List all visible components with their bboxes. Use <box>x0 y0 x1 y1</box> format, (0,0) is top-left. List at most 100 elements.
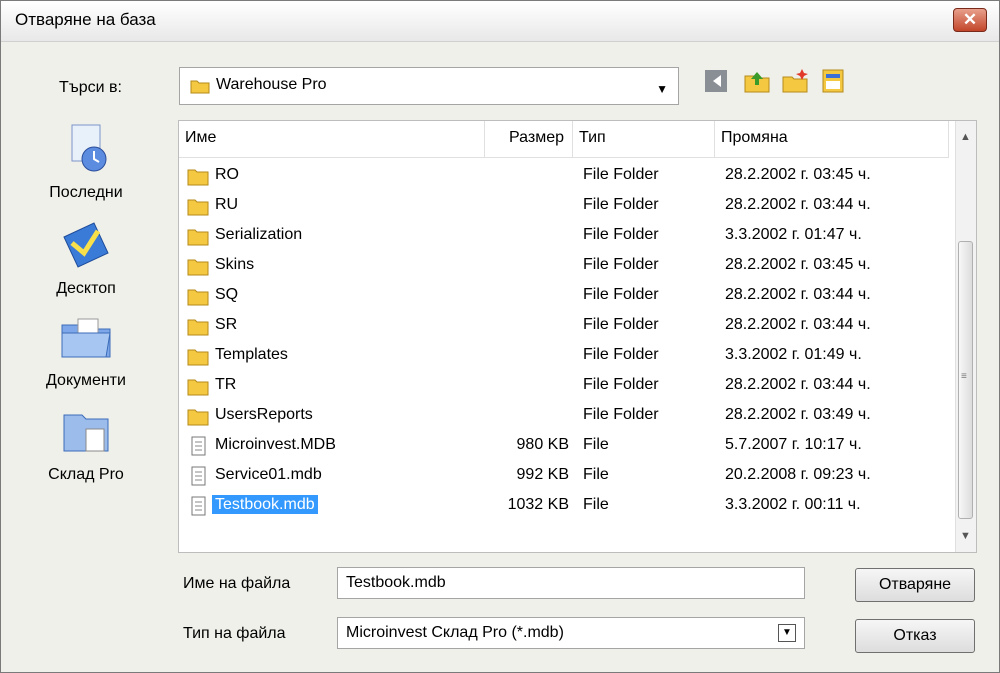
place-sklad-pro[interactable]: Склад Pro <box>31 403 141 484</box>
file-modified: 28.2.2002 г. 03:45 ч. <box>725 166 871 183</box>
network-folder-icon <box>63 414 109 452</box>
folder-icon <box>187 379 209 396</box>
file-type: File Folder <box>583 196 659 213</box>
file-name: Testbook.mdb <box>212 495 318 514</box>
file-type: File <box>583 436 609 453</box>
look-in-dropdown[interactable]: Warehouse Pro ▼ <box>179 67 679 105</box>
filename-label: Име на файла <box>183 575 291 592</box>
filetype-label: Тип на файла <box>183 625 286 642</box>
folder-row[interactable]: TR File Folder 28.2.2002 г. 03:44 ч. <box>179 371 949 401</box>
folder-row[interactable]: Serialization File Folder 3.3.2002 г. 01:4… <box>179 221 949 251</box>
place-recent[interactable]: Последни <box>31 121 141 202</box>
documents-icon <box>61 318 111 358</box>
file-type: File Folder <box>583 226 659 243</box>
chevron-down-icon[interactable]: ▼ <box>778 624 796 642</box>
file-modified: 5.7.2007 г. 10:17 ч. <box>725 436 862 453</box>
file-icon <box>191 466 206 486</box>
title-bar[interactable]: Отваряне на база ✕ <box>1 1 999 42</box>
file-type: File <box>583 466 609 483</box>
file-name: SQ <box>215 286 239 303</box>
place-label: Склад Pro <box>48 466 124 483</box>
file-type: File Folder <box>583 256 659 273</box>
place-label: Последни <box>49 184 123 201</box>
column-header-size[interactable]: Размер <box>485 121 573 157</box>
scroll-down-icon[interactable]: ▼ <box>960 530 971 542</box>
file-list[interactable]: Име Размер Тип Промяна RO File Folder 28.2… <box>178 120 977 553</box>
file-modified: 28.2.2002 г. 03:44 ч. <box>725 376 871 393</box>
close-button[interactable]: ✕ <box>953 8 987 32</box>
open-button[interactable]: Отваряне <box>855 568 975 602</box>
file-name: TR <box>215 376 237 393</box>
file-name: UsersReports <box>215 406 313 423</box>
file-name: RO <box>215 166 239 183</box>
folder-icon <box>187 259 209 276</box>
file-modified: 3.3.2002 г. 01:49 ч. <box>725 346 862 363</box>
file-size: 980 KB <box>516 436 569 453</box>
file-icon <box>191 496 206 516</box>
file-name: Templates <box>215 346 288 363</box>
file-name: Skins <box>215 256 255 273</box>
place-desktop[interactable]: Десктоп <box>31 217 141 298</box>
file-modified: 28.2.2002 г. 03:45 ч. <box>725 256 871 273</box>
open-database-dialog: Отваряне на база ✕ Търси в: Warehouse Pr… <box>0 0 1000 673</box>
list-header: Име Размер Тип Промяна <box>179 121 949 158</box>
chevron-down-icon[interactable]: ▼ <box>656 82 668 96</box>
file-type: File Folder <box>583 376 659 393</box>
place-label: Документи <box>46 372 126 389</box>
file-name: RU <box>215 196 239 213</box>
folder-row[interactable]: RO File Folder 28.2.2002 г. 03:45 ч. <box>179 161 949 191</box>
file-modified: 3.3.2002 г. 00:11 ч. <box>725 496 861 513</box>
cancel-button[interactable]: Отказ <box>855 619 975 653</box>
folder-row[interactable]: Templates File Folder 3.3.2002 г. 01:49 ч. <box>179 341 949 371</box>
folder-icon <box>187 229 209 246</box>
place-documents[interactable]: Документи <box>31 309 141 390</box>
file-name: SR <box>215 316 238 333</box>
folder-icon <box>187 289 209 306</box>
file-name: Microinvest.MDB <box>215 436 336 453</box>
file-name: Service01.mdb <box>215 466 322 483</box>
filetype-select[interactable]: Microinvest Склад Pro (*.mdb) ▼ <box>337 617 805 649</box>
file-type: File Folder <box>583 346 659 363</box>
grip-icon: ≡ <box>961 371 967 382</box>
folder-row[interactable]: Skins File Folder 28.2.2002 г. 03:45 ч. <box>179 251 949 281</box>
folder-row[interactable]: UsersReports File Folder 28.2.2002 г. 03:4… <box>179 401 949 431</box>
file-size: 1032 KB <box>507 496 569 513</box>
folder-icon <box>187 199 209 216</box>
file-type: File Folder <box>583 316 659 333</box>
filename-field[interactable]: Testbook.mdb <box>337 567 805 599</box>
file-size: 992 KB <box>516 466 569 483</box>
view-menu-icon[interactable] <box>819 67 847 95</box>
folder-row[interactable]: SR File Folder 28.2.2002 г. 03:44 ч. <box>179 311 949 341</box>
column-header-type[interactable]: Тип <box>573 121 715 157</box>
folder-icon <box>187 349 209 366</box>
place-label: Десктоп <box>56 280 116 297</box>
look-in-label: Търси в: <box>59 79 122 96</box>
filetype-value: Microinvest Склад Pro (*.mdb) <box>346 624 564 641</box>
file-type: File Folder <box>583 286 659 303</box>
file-modified: 28.2.2002 г. 03:44 ч. <box>725 196 871 213</box>
vertical-scrollbar[interactable]: ▲ ≡ ▼ <box>955 121 976 552</box>
folder-icon <box>187 319 209 336</box>
look-in-value: Warehouse Pro <box>216 76 327 93</box>
folder-row[interactable]: SQ File Folder 28.2.2002 г. 03:44 ч. <box>179 281 949 311</box>
file-icon <box>191 436 206 456</box>
up-folder-icon[interactable] <box>743 67 771 95</box>
desktop-icon <box>63 222 109 268</box>
folder-icon <box>187 169 209 186</box>
folder-row[interactable]: RU File Folder 28.2.2002 г. 03:44 ч. <box>179 191 949 221</box>
back-icon[interactable] <box>703 67 731 95</box>
file-type: File Folder <box>583 406 659 423</box>
scroll-up-icon[interactable]: ▲ <box>960 131 971 143</box>
file-modified: 3.3.2002 г. 01:47 ч. <box>725 226 862 243</box>
file-name: Serialization <box>215 226 303 243</box>
file-modified: 28.2.2002 г. 03:49 ч. <box>725 406 871 423</box>
file-row[interactable]: Testbook.mdb 1032 KB File 3.3.2002 г. 00:11… <box>179 491 949 521</box>
file-row[interactable]: Service01.mdb 992 KB File 20.2.2008 г. 09:2… <box>179 461 949 491</box>
file-row[interactable]: Microinvest.MDB 980 KB File 5.7.2007 г. 10:… <box>179 431 949 461</box>
new-folder-icon[interactable] <box>781 67 809 95</box>
file-modified: 28.2.2002 г. 03:44 ч. <box>725 286 871 303</box>
file-type: File <box>583 496 609 513</box>
column-header-name[interactable]: Име <box>179 121 485 157</box>
column-header-modified[interactable]: Промяна <box>715 121 949 157</box>
folder-icon <box>190 80 210 94</box>
